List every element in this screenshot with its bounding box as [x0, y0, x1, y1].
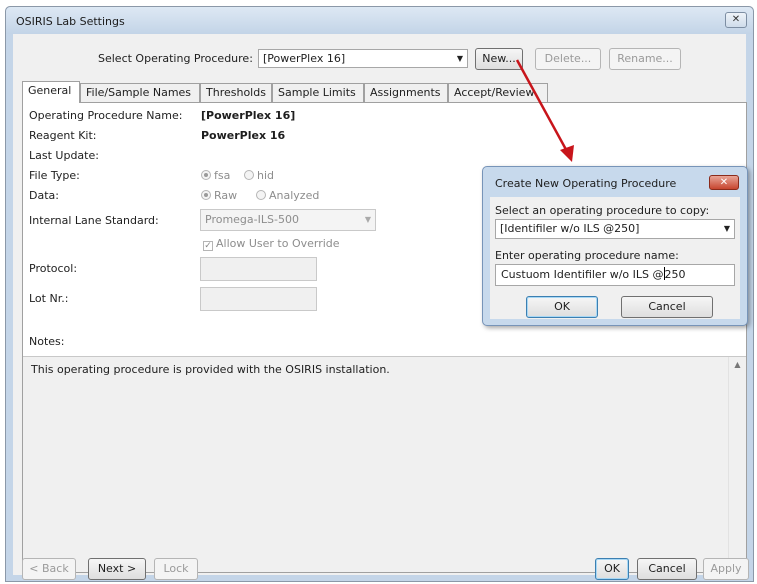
dialog-ok-button[interactable]: OK [526, 296, 598, 318]
dialog-client: Select an operating procedure to copy: [… [490, 197, 740, 319]
arrow-head [560, 145, 574, 162]
create-procedure-dialog: Create New Operating Procedure ✕ Select … [482, 166, 748, 326]
copy-procedure-label: Select an operating procedure to copy: [495, 204, 710, 217]
copy-procedure-select[interactable]: [Identifiler w/o ILS @250] ▼ [495, 219, 735, 239]
dialog-close-button[interactable]: ✕ [709, 175, 739, 190]
dialog-cancel-button[interactable]: Cancel [621, 296, 713, 318]
tab-general[interactable]: General [22, 81, 80, 103]
procedure-name-input[interactable]: Custuom Identifiler w/o ILS @250 [495, 264, 735, 286]
name-text-after-caret: 250 [664, 268, 686, 281]
dialog-title: Create New Operating Procedure [495, 177, 677, 190]
arrow-line [515, 59, 571, 156]
chevron-down-icon: ▼ [723, 224, 730, 233]
name-text-before-caret: Custuom Identifiler w/o ILS @ [501, 268, 664, 281]
copy-procedure-value: [Identifiler w/o ILS @250] [500, 222, 640, 235]
procedure-name-label: Enter operating procedure name: [495, 249, 679, 262]
